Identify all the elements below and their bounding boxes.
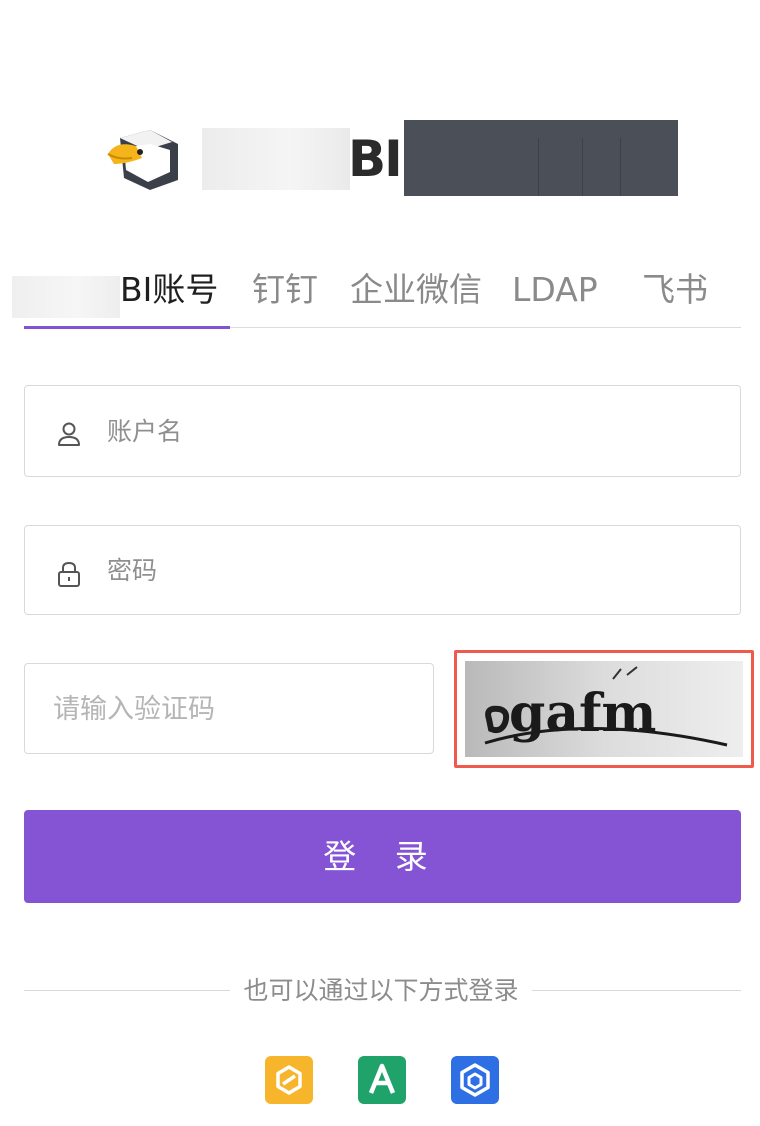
captcha-text: gafm	[509, 683, 656, 744]
tab-feishu[interactable]: 飞书	[642, 268, 708, 312]
yellow-hexagon-icon	[265, 1056, 313, 1104]
lock-icon	[58, 561, 80, 587]
password-field[interactable]: 密码	[24, 525, 741, 615]
eagle-logo-icon	[107, 130, 178, 190]
yellow-hexagon-login-button[interactable]	[265, 1056, 313, 1104]
alt-login-divider-text: 也可以通过以下方式登录	[243, 976, 519, 1005]
password-placeholder: 密码	[107, 556, 158, 585]
username-placeholder: 账户名	[107, 417, 183, 446]
tab-bi-account[interactable]: BI账号	[120, 268, 218, 312]
tab-ldap[interactable]: LDAP	[512, 268, 598, 312]
active-tab-indicator	[24, 326, 230, 329]
divider-left	[24, 990, 230, 991]
user-icon	[58, 422, 80, 446]
letter-a-icon	[358, 1056, 406, 1104]
letter-a-login-button[interactable]	[358, 1056, 406, 1104]
username-field[interactable]: 账户名	[24, 385, 741, 477]
tab-redacted-block	[12, 276, 120, 318]
captcha-input[interactable]: 请输入验证码	[24, 663, 434, 754]
blue-hexagon-icon	[451, 1056, 499, 1104]
blue-hexagon-login-button[interactable]	[451, 1056, 499, 1104]
divider-right	[532, 990, 741, 991]
captcha-image[interactable]: gafm	[465, 661, 743, 757]
login-page: BI BI账号 钉钉 企业微信 LDAP 飞书 账户名 密码 请输入验证码 ga…	[0, 0, 760, 1126]
tab-wecom[interactable]: 企业微信	[350, 268, 482, 312]
title-redacted-block-dark	[404, 120, 678, 196]
tab-dingtalk[interactable]: 钉钉	[252, 268, 318, 312]
captcha-placeholder: 请输入验证码	[53, 694, 215, 725]
page-title: BI	[348, 130, 403, 188]
title-redacted-block	[202, 128, 350, 190]
login-method-tabs: BI账号 钉钉 企业微信 LDAP 飞书	[12, 262, 741, 329]
captcha-image-highlight: gafm	[454, 650, 754, 768]
login-button[interactable]: 登 录	[24, 810, 741, 903]
